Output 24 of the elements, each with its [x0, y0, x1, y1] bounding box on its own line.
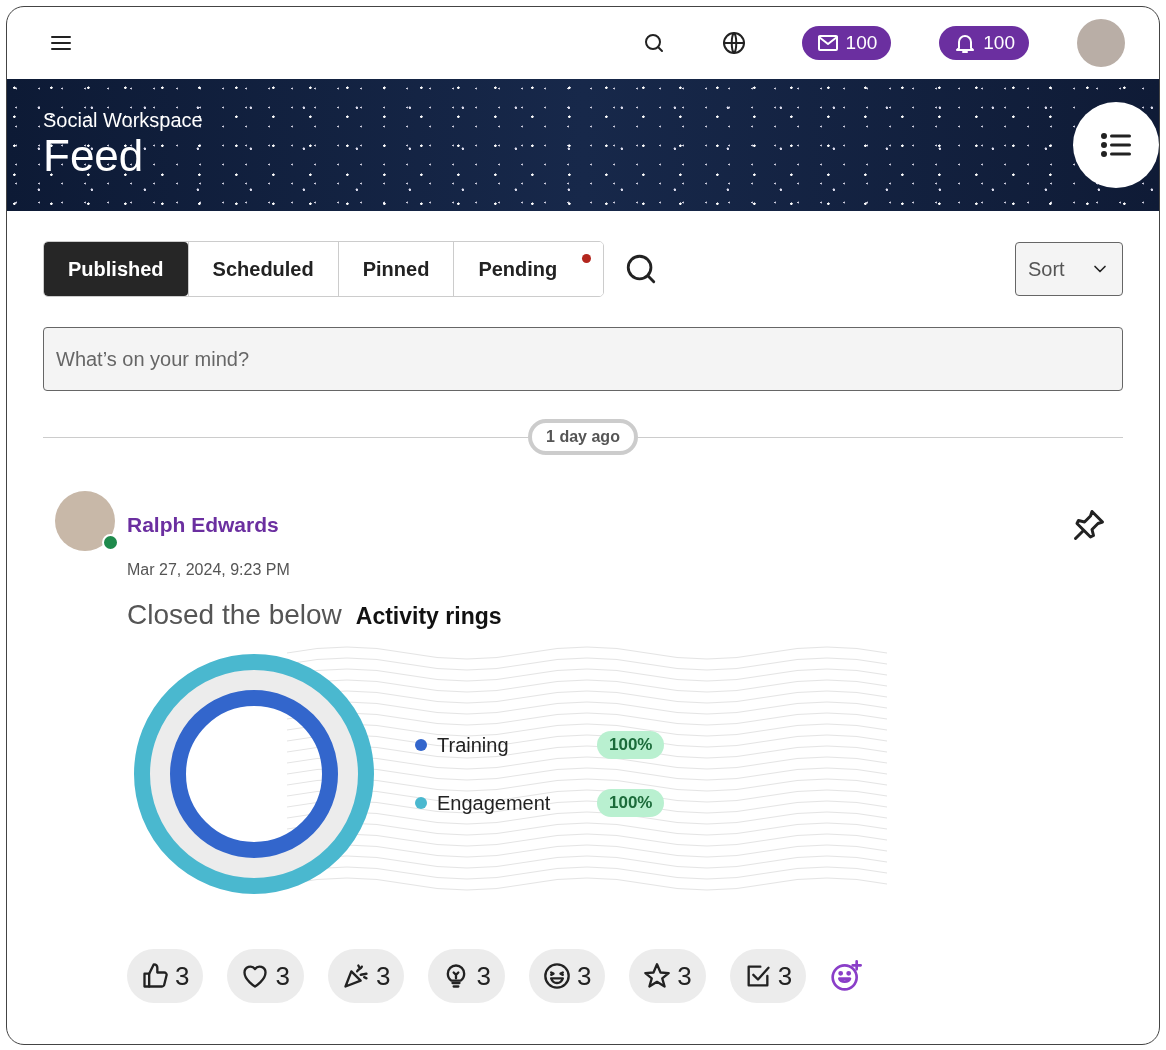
- reaction-button[interactable]: 3: [327, 949, 405, 1003]
- notifications-button[interactable]: 100: [939, 26, 1029, 60]
- post-timestamp: Mar 27, 2024, 9:23 PM: [127, 561, 291, 579]
- tab[interactable]: Pending: [453, 242, 604, 296]
- page-title: Feed: [43, 132, 145, 181]
- messages-button[interactable]: 100: [801, 26, 892, 60]
- percentage-badge: 100%: [597, 789, 665, 817]
- legend-label: Engagement: [437, 791, 552, 815]
- reaction-button[interactable]: 3: [428, 949, 505, 1003]
- percentage-badge: 100%: [597, 731, 665, 759]
- date-separator-label: 1 day ago: [528, 419, 638, 455]
- reaction-button[interactable]: 3: [127, 949, 204, 1003]
- workspace-subtitle: Social Workspace: [43, 109, 204, 133]
- tab[interactable]: Published: [44, 242, 188, 296]
- author-name-link[interactable]: Ralph Edwards: [127, 513, 279, 537]
- reaction-button[interactable]: 3: [729, 949, 807, 1003]
- legend-label: Training: [437, 733, 510, 757]
- post-text: Closed the below: [127, 599, 342, 631]
- post-highlight: Activity rings: [355, 603, 502, 630]
- reaction-button[interactable]: 3: [629, 949, 706, 1003]
- reaction-button[interactable]: 3: [528, 949, 606, 1003]
- reaction-button[interactable]: 3: [227, 949, 304, 1003]
- sort-dropdown[interactable]: Sort: [1015, 242, 1123, 296]
- post-input-field[interactable]: What’s on your mind?: [43, 327, 1123, 391]
